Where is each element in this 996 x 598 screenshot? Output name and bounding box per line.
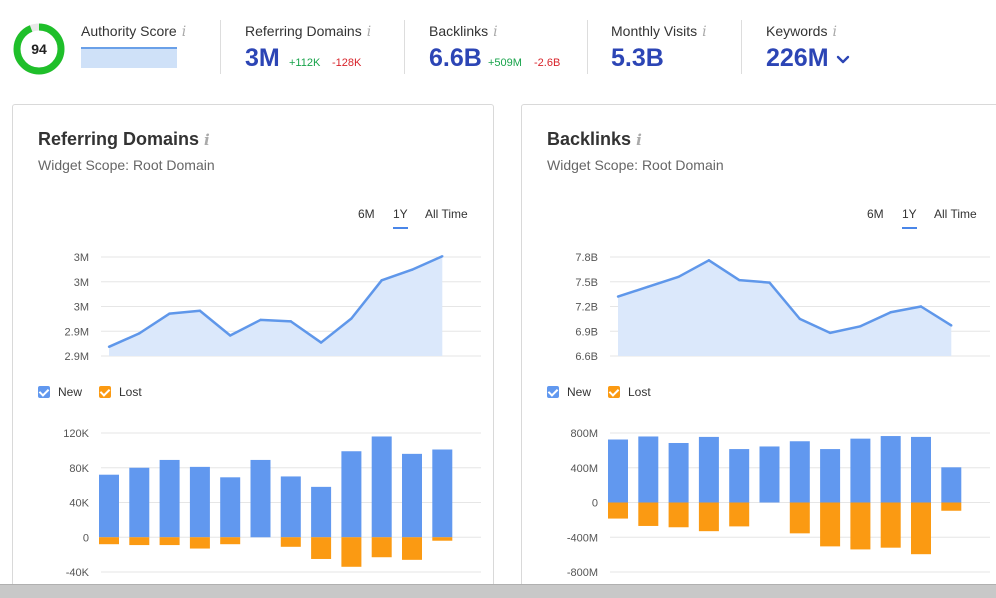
bar-new[interactable] [608,439,628,503]
backlinks-value[interactable]: 6.6B [429,44,482,73]
bar-new[interactable] [341,451,362,538]
horizontal-scrollbar[interactable] [0,584,996,598]
divider [587,20,588,74]
bar-lost[interactable] [159,537,180,546]
bar-lost[interactable] [608,502,628,519]
y-tick-label: 0 [83,532,89,544]
y-tick-label: -400M [567,532,598,544]
bar-lost[interactable] [189,537,210,549]
info-icon[interactable]: i [367,24,371,40]
divider [220,20,221,74]
backlinks-label: Backlinks i [429,23,498,40]
bar-lost[interactable] [698,502,719,532]
bar-new[interactable] [250,459,271,538]
bar-lost[interactable] [668,502,689,528]
authority-score-value: 94 [31,41,47,57]
backlinks-delta-down: -2.6B [534,57,561,69]
bar-lost[interactable] [820,502,841,547]
bar-new[interactable] [129,467,150,538]
bar-new[interactable] [638,436,659,503]
bar-lost[interactable] [371,537,392,558]
backlinks-delta-up: +509M [488,57,522,69]
keywords-label: Keywords i [766,23,837,40]
referring-domains-delta-up: +112K [289,57,321,69]
bar-lost[interactable] [129,537,150,546]
y-tick-label: 80K [69,463,89,475]
bar-new[interactable] [820,449,841,503]
y-tick-label: -40K [66,567,90,579]
y-tick-label: 120K [63,428,89,440]
info-icon[interactable]: i [832,24,836,40]
bar-new[interactable] [311,486,332,538]
bar-new[interactable] [729,449,750,503]
bar-new[interactable] [941,467,962,503]
info-icon[interactable]: i [493,24,497,40]
bar-lost[interactable] [850,502,871,550]
bar-new[interactable] [880,436,901,503]
keywords-value[interactable]: 226M [766,44,829,73]
bar-lost[interactable] [432,537,453,541]
bar-lost[interactable] [911,502,931,555]
bar-new[interactable] [220,477,241,538]
divider [741,20,742,74]
y-tick-label: 0 [592,498,598,510]
bar-lost[interactable] [280,537,301,547]
backlinks-card: Backlinks i Widget Scope: Root Domain 6M … [521,104,996,598]
info-icon[interactable]: i [702,24,706,40]
bar-new[interactable] [189,466,210,538]
monthly-visits-value[interactable]: 5.3B [611,44,664,73]
authority-score-label: Authority Score i [81,23,187,40]
bar-lost[interactable] [311,537,332,559]
bar-lost[interactable] [402,537,422,560]
authority-score-trend-bar [81,47,177,68]
bar-lost[interactable] [880,502,901,548]
bar-new[interactable] [432,449,453,538]
y-tick-label: 400M [570,463,598,475]
bar-lost[interactable] [729,502,750,527]
bar-new[interactable] [99,474,119,538]
metrics-strip: 94 Authority Score i Referring Domains i 3… [0,0,996,90]
bar-new[interactable] [402,453,422,538]
bar-new[interactable] [911,436,931,503]
referring-domains-bar-chart: 120K 80K 40K 0 -40K [63,428,481,579]
y-tick-label: -800M [567,567,598,579]
bar-new[interactable] [698,436,719,503]
bar-new[interactable] [371,436,392,538]
bar-lost[interactable] [341,537,362,567]
referring-domains-value[interactable]: 3M [245,44,280,73]
y-tick-label: 40K [69,498,89,510]
bar-lost[interactable] [941,502,962,511]
referring-domains-delta-down: -128K [332,57,362,69]
bar-new[interactable] [789,441,810,503]
bar-new[interactable] [850,438,871,503]
info-icon[interactable]: i [182,24,186,40]
bar-new[interactable] [668,442,689,503]
referring-domains-card: Referring Domains i Widget Scope: Root Do… [12,104,494,598]
chevron-down-icon[interactable] [836,55,850,65]
bar-lost[interactable] [789,502,810,534]
bar-new[interactable] [280,476,301,538]
monthly-visits-label: Monthly Visits i [611,23,707,40]
y-tick-label: 800M [570,428,598,440]
referring-domains-label: Referring Domains i [245,23,372,40]
bar-lost[interactable] [220,537,241,545]
divider [404,20,405,74]
bar-new[interactable] [159,459,180,538]
bar-lost[interactable] [99,537,119,545]
bar-lost[interactable] [638,502,659,526]
backlinks-bar-chart: 800M 400M 0 -400M -800M [567,428,990,579]
bar-new[interactable] [759,446,780,503]
